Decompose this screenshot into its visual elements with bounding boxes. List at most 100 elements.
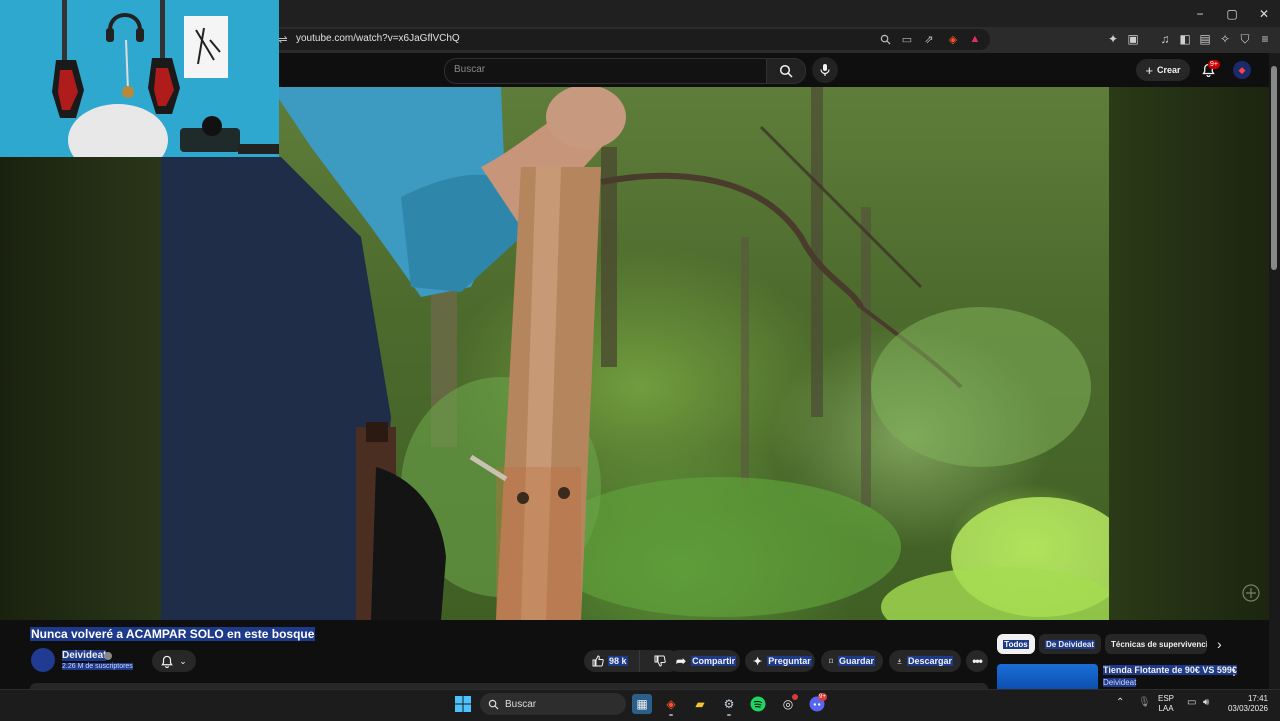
- forest-scene: [161, 87, 1109, 620]
- tray-overflow-icon[interactable]: ⌃: [1116, 697, 1124, 708]
- extensions-icon[interactable]: ✦: [1106, 32, 1120, 46]
- chip-from-channel-label: De Deivideat: [1044, 639, 1096, 649]
- sidebar-toggle-icon[interactable]: ◧: [1178, 32, 1192, 46]
- recommendation-title[interactable]: Tienda Flotante de 90€ VS 599€: [1103, 665, 1237, 675]
- recommendation-thumbnail[interactable]: [997, 664, 1098, 689]
- cast-icon[interactable]: ▭: [900, 32, 914, 46]
- search-icon: [779, 64, 793, 78]
- share-label: Compartir: [691, 656, 737, 666]
- more-actions-button[interactable]: •••: [966, 650, 988, 672]
- share-button[interactable]: ➦ Compartir: [668, 650, 740, 672]
- chip-survival-label: Técnicas de supervivencia: [1111, 639, 1207, 649]
- wallet-icon[interactable]: ▤: [1198, 32, 1212, 46]
- screenshot-icon[interactable]: ▣: [1126, 32, 1140, 46]
- search-input[interactable]: [444, 58, 767, 84]
- taskbar-steam-icon[interactable]: ⚙: [719, 694, 739, 714]
- save-button[interactable]: Guardar: [821, 650, 883, 672]
- like-button[interactable]: 98 k: [584, 650, 640, 672]
- volume-icon[interactable]: 🔊︎: [1203, 697, 1209, 708]
- brave-shields-icon[interactable]: ◈: [946, 32, 960, 46]
- sparkle-icon: ✦: [753, 655, 763, 668]
- taskbar-brave-icon[interactable]: ◈: [661, 694, 681, 714]
- taskbar-search-label: Buscar: [505, 698, 537, 710]
- channel-avatar[interactable]: [31, 648, 55, 672]
- minimize-button[interactable]: −: [1184, 0, 1216, 27]
- window-controls: − ▢ ✕: [1184, 0, 1280, 27]
- thumbs-down-icon: [654, 655, 666, 667]
- subscription-bell-button[interactable]: ⌄: [152, 650, 196, 672]
- taskbar-photos-icon[interactable]: ▦: [632, 694, 652, 714]
- obs-recording-badge: [792, 694, 798, 700]
- video-player[interactable]: [0, 87, 1269, 620]
- player-ambient-left: [0, 87, 161, 620]
- discord-badge: 9+: [818, 693, 827, 701]
- close-button[interactable]: ✕: [1248, 0, 1280, 27]
- ask-label: Preguntar: [767, 656, 812, 666]
- more-icon: •••: [972, 654, 983, 668]
- download-label: Descargar: [906, 656, 953, 666]
- recommendation-chips: Todos De Deivideat Técnicas de supervive…: [997, 634, 1227, 654]
- download-button[interactable]: Descargar: [889, 650, 961, 672]
- leo-ai-icon[interactable]: ✧: [1218, 32, 1232, 46]
- windows-icon: [455, 696, 471, 712]
- bookmark-icon: [829, 658, 833, 664]
- recommendation-menu-icon[interactable]: ⋮: [1228, 664, 1240, 678]
- language-code: ESP: [1158, 694, 1175, 703]
- webcam-feed: [0, 0, 279, 157]
- url-text[interactable]: youtube.com/watch?v=x6JaGflVChQ: [296, 33, 460, 44]
- subscriber-count: 2.26 M de suscriptores: [62, 663, 133, 670]
- bell-icon: [161, 655, 173, 668]
- ask-button[interactable]: ✦ Preguntar: [745, 650, 815, 672]
- player-ambient-right: [1109, 87, 1269, 620]
- search-icon: [488, 699, 499, 710]
- taskbar-spotify-icon[interactable]: [748, 694, 768, 714]
- steam-running-indicator: [727, 714, 731, 716]
- chip-from-channel[interactable]: De Deivideat: [1039, 634, 1101, 654]
- plus-icon: +: [1145, 62, 1154, 78]
- webcam-overlay: [0, 0, 279, 157]
- maximize-button[interactable]: ▢: [1216, 0, 1248, 27]
- chip-survival[interactable]: Técnicas de supervivencia: [1105, 634, 1207, 654]
- verified-icon: [104, 652, 112, 660]
- taskbar-file-explorer-icon[interactable]: ▰: [690, 694, 710, 714]
- search-placeholder: Buscar: [454, 64, 486, 75]
- video-title: Nunca volveré a ACAMPAR SOLO en este bos…: [30, 627, 316, 641]
- brave-rewards-icon[interactable]: ▲: [968, 32, 982, 46]
- like-dislike-group: 98 k: [584, 650, 680, 672]
- zoom-icon[interactable]: [878, 32, 892, 46]
- scrollbar-thumb[interactable]: [1271, 66, 1277, 270]
- account-avatar[interactable]: ◆: [1233, 61, 1251, 79]
- share-page-icon[interactable]: ⇗: [922, 32, 936, 46]
- save-label: Guardar: [837, 656, 875, 666]
- keyboard-layout: LAA: [1158, 704, 1174, 713]
- channel-watermark-icon[interactable]: [1240, 582, 1262, 604]
- clock-date: 03/03/2026: [1227, 704, 1268, 713]
- recommendation-channel[interactable]: Deivideat: [1103, 678, 1137, 687]
- taskbar-search[interactable]: Buscar: [480, 693, 626, 715]
- chip-all[interactable]: Todos: [997, 634, 1035, 654]
- notifications-badge: 9+: [1208, 60, 1220, 69]
- video-frame[interactable]: [161, 87, 1109, 620]
- voice-search-button[interactable]: [812, 57, 838, 83]
- thumbs-up-icon: [592, 655, 604, 667]
- like-count: 98 k: [608, 656, 628, 666]
- microphone-icon[interactable]: 🎙︎: [1138, 697, 1151, 708]
- taskbar-clock[interactable]: 17:41 03/03/2026: [1222, 694, 1268, 714]
- chip-all-label: Todos: [1003, 639, 1029, 649]
- search-button[interactable]: [766, 58, 806, 84]
- input-language[interactable]: ESP LAA: [1158, 694, 1174, 714]
- start-button[interactable]: [453, 694, 473, 714]
- chevron-right-icon[interactable]: ›: [1217, 636, 1222, 652]
- clock-time: 17:41: [1247, 694, 1268, 703]
- create-button[interactable]: + Crear: [1136, 59, 1190, 81]
- channel-name[interactable]: Deivideat: [62, 650, 107, 661]
- chevron-down-icon: ⌄: [179, 655, 187, 666]
- vpn-icon[interactable]: ⛉: [1238, 32, 1252, 46]
- share-icon: ➦: [676, 654, 687, 668]
- download-icon: [897, 658, 902, 664]
- network-icon[interactable]: ▭: [1187, 697, 1196, 708]
- media-control-icon[interactable]: ♫: [1158, 32, 1172, 46]
- create-label: Crear: [1157, 65, 1181, 75]
- menu-icon[interactable]: ≡: [1258, 32, 1272, 46]
- brave-running-indicator: [669, 714, 673, 716]
